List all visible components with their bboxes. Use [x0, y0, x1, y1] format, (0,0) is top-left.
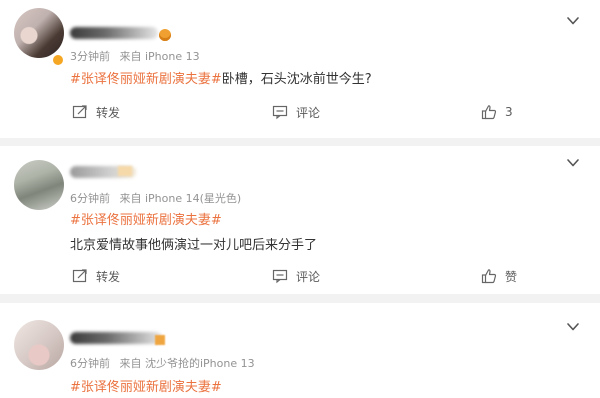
repost-label: 转发	[96, 105, 121, 120]
action-bar: 转发 评论 赞	[0, 266, 600, 286]
repost-button[interactable]: 转发	[72, 102, 120, 122]
action-bar: 转发 评论 3	[0, 102, 600, 122]
chevron-down-icon[interactable]	[566, 14, 580, 28]
comment-label: 评论	[296, 105, 321, 120]
comment-label: 评论	[296, 269, 321, 284]
thumbs-up-icon	[481, 105, 497, 120]
like-count: 3	[505, 105, 513, 119]
post-time: 6分钟前	[70, 192, 110, 205]
comment-card: 6分钟前 来自 iPhone 14(星光色) #张译佟丽娅新剧演夫妻# 北京爱情…	[0, 146, 600, 294]
repost-icon	[72, 269, 87, 283]
chevron-down-icon[interactable]	[566, 156, 580, 170]
comment-icon	[272, 105, 288, 120]
thumbs-up-icon	[481, 269, 497, 284]
post-text: #张译佟丽娅新剧演夫妻#	[70, 209, 222, 228]
like-button[interactable]: 3	[481, 102, 513, 122]
repost-icon	[72, 105, 87, 119]
avatar[interactable]	[14, 160, 64, 210]
like-label: 赞	[505, 269, 518, 284]
post-text: 北京爱情故事他俩演过一对儿吧后来分手了	[70, 234, 317, 253]
comment-card: 3分钟前 来自 iPhone 13 #张译佟丽娅新剧演夫妻#卧槽，石头沈冰前世今…	[0, 0, 600, 138]
username-blurred[interactable]	[70, 27, 158, 39]
post-meta: 6分钟前 来自 沈少爷抢的iPhone 13	[70, 355, 255, 371]
hashtag-link[interactable]: #张译佟丽娅新剧演夫妻#	[70, 380, 222, 395]
member-badge-icon	[118, 166, 132, 176]
comment-icon	[272, 269, 288, 284]
comment-button[interactable]: 评论	[272, 266, 320, 286]
hashtag-link[interactable]: #张译佟丽娅新剧演夫妻#	[70, 213, 222, 228]
post-source: 来自 iPhone 14(星光色)	[119, 192, 242, 205]
comment-feed: 3分钟前 来自 iPhone 13 #张译佟丽娅新剧演夫妻#卧槽，石头沈冰前世今…	[0, 0, 600, 398]
username-blurred[interactable]	[70, 332, 162, 344]
like-button[interactable]: 赞	[481, 266, 517, 286]
post-source: 来自 沈少爷抢的iPhone 13	[119, 357, 255, 370]
avatar[interactable]	[14, 8, 64, 58]
post-text: #张译佟丽娅新剧演夫妻#	[70, 376, 222, 395]
post-time: 6分钟前	[70, 357, 110, 370]
repost-button[interactable]: 转发	[72, 266, 120, 286]
repost-label: 转发	[96, 269, 121, 284]
avatar[interactable]	[14, 320, 64, 370]
post-time: 3分钟前	[70, 50, 110, 63]
comment-card: 6分钟前 来自 沈少爷抢的iPhone 13 #张译佟丽娅新剧演夫妻#	[0, 303, 600, 398]
comment-button[interactable]: 评论	[272, 102, 320, 122]
verified-badge-icon	[52, 54, 64, 66]
member-badge-icon	[155, 335, 165, 345]
post-meta: 6分钟前 来自 iPhone 14(星光色)	[70, 190, 241, 206]
post-source: 来自 iPhone 13	[119, 50, 200, 63]
post-meta: 3分钟前 来自 iPhone 13	[70, 48, 200, 64]
post-text-content: 卧槽，石头沈冰前世今生?	[221, 72, 372, 87]
chevron-down-icon[interactable]	[566, 320, 580, 334]
post-text: #张译佟丽娅新剧演夫妻#卧槽，石头沈冰前世今生?	[70, 68, 372, 87]
emoji-icon	[159, 29, 171, 41]
post-text-content: 北京爱情故事他俩演过一对儿吧后来分手了	[70, 238, 318, 253]
hashtag-link[interactable]: #张译佟丽娅新剧演夫妻#	[70, 72, 222, 87]
